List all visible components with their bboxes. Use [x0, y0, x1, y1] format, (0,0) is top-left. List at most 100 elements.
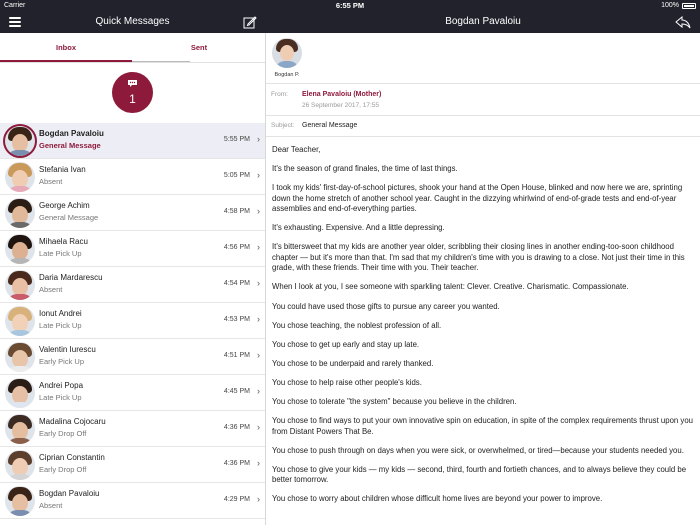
nav-bar: Quick Messages Bogdan Pavaloiu	[0, 12, 700, 33]
body-paragraph: You could have used those gifts to pursu…	[272, 301, 500, 311]
message-time: 4:56 PM	[223, 244, 250, 251]
status-time: 6:55 PM	[335, 1, 365, 10]
sender-name: Daria Mardarescu	[39, 273, 103, 282]
chat-bubble-icon	[128, 80, 137, 87]
sender-name: Bogdan Pavaloiu	[39, 129, 104, 138]
chevron-right-icon: ›	[257, 350, 260, 360]
body-paragraph: You chose to give your kids — my kids — …	[272, 464, 687, 485]
from-label: From:	[271, 91, 288, 98]
battery-indicator: 100%	[661, 2, 696, 9]
subject-label: Subject:	[271, 122, 295, 129]
message-row[interactable]: Bogdan Pavaloiu General Message 5:55 PM ›	[0, 123, 265, 159]
chevron-right-icon: ›	[257, 422, 260, 432]
from-date: 26 September 2017, 17:55	[302, 102, 379, 109]
chevron-right-icon: ›	[257, 206, 260, 216]
message-row[interactable]: Bogdan Pavaloiu Absent 4:29 PM ›	[0, 483, 265, 519]
body-paragraph: When I look at you, I see someone with s…	[272, 282, 629, 292]
chevron-right-icon: ›	[257, 242, 260, 252]
body-paragraph: You chose to help raise other people's k…	[272, 377, 422, 387]
avatar	[5, 198, 35, 228]
avatar	[5, 486, 35, 516]
avatar	[5, 414, 35, 444]
sender-name: George Achim	[39, 201, 90, 210]
from-name: Elena Pavaloiu (Mother)	[302, 91, 382, 98]
message-subject: Absent	[39, 177, 63, 186]
chevron-right-icon: ›	[257, 494, 260, 504]
sender-name: Valentin Iurescu	[39, 345, 96, 354]
message-subject: General Message	[39, 141, 101, 150]
body-paragraph: You chose teaching, the noblest professi…	[272, 320, 442, 330]
tab-sent[interactable]: Sent	[133, 43, 265, 52]
subject-divider	[266, 136, 700, 137]
message-row[interactable]: Valentin Iurescu Early Pick Up 4:51 PM ›	[0, 339, 265, 375]
avatar	[5, 234, 35, 264]
message-row[interactable]: George Achim General Message 4:58 PM ›	[0, 195, 265, 231]
message-row[interactable]: Madalina Cojocaru Early Drop Off 4:36 PM ›	[0, 411, 265, 447]
chevron-right-icon: ›	[257, 386, 260, 396]
avatar	[5, 342, 35, 372]
message-row[interactable]: Daria Mardarescu Absent 4:54 PM ›	[0, 267, 265, 303]
message-time: 5:55 PM	[223, 136, 250, 143]
tab-inbox[interactable]: Inbox	[0, 43, 132, 52]
from-divider	[266, 115, 700, 116]
body-paragraph: You chose to tolerate "the system" becau…	[272, 397, 517, 407]
message-subject: Early Drop Off	[39, 465, 87, 474]
avatar	[5, 306, 35, 336]
message-row[interactable]: Stefania Ivan Absent 5:05 PM ›	[0, 159, 265, 195]
chevron-right-icon: ›	[257, 134, 260, 144]
message-subject: General Message	[39, 213, 99, 222]
sender-name: Mihaela Racu	[39, 237, 88, 246]
avatar	[5, 270, 35, 300]
message-subject: Absent	[39, 285, 63, 294]
message-time: 4:36 PM	[223, 460, 250, 467]
body-paragraph: It's bittersweet that my kids are anothe…	[272, 242, 685, 273]
message-row[interactable]: Andrei Popa Late Pick Up 4:45 PM ›	[0, 375, 265, 411]
sender-name: Madalina Cojocaru	[39, 417, 106, 426]
avatar	[5, 162, 35, 192]
message-time: 4:58 PM	[223, 208, 250, 215]
unread-count: 1	[129, 92, 136, 106]
battery-icon	[682, 2, 696, 9]
chevron-right-icon: ›	[257, 314, 260, 324]
sender-avatar[interactable]	[272, 38, 302, 68]
header-divider	[266, 83, 700, 84]
body-paragraph: You chose to find ways to put your own i…	[272, 416, 693, 436]
compose-icon[interactable]	[243, 15, 257, 29]
tab-divider	[132, 61, 190, 62]
chevron-right-icon: ›	[257, 170, 260, 180]
body-paragraph: You chose to be underpaid and rarely tha…	[272, 358, 434, 368]
message-time: 4:36 PM	[223, 424, 250, 431]
message-subject: Late Pick Up	[39, 249, 82, 258]
status-bar: Carrier 6:55 PM 100%	[0, 0, 700, 12]
subject-value: General Message	[302, 122, 358, 129]
chevron-right-icon: ›	[257, 278, 260, 288]
avatar	[5, 378, 35, 408]
conversation-title: Bogdan Pavaloiu	[445, 16, 521, 27]
message-time: 4:53 PM	[223, 316, 250, 323]
active-tab-indicator	[0, 60, 132, 62]
body-paragraph: It's exhausting. Expensive. And a little…	[272, 223, 445, 233]
reply-icon[interactable]	[675, 16, 691, 29]
sender-name: Ciprian Constantin	[39, 453, 105, 462]
unread-badge: 1	[112, 72, 153, 113]
body-paragraph: It's the season of grand finales, the ti…	[272, 164, 458, 174]
body-paragraph: Dear Teacher,	[272, 145, 321, 154]
message-body: Dear Teacher, It's the season of grand fi…	[272, 145, 694, 514]
sender-name: Ionut Andrei	[39, 309, 82, 318]
message-subject: Absent	[39, 501, 63, 510]
body-paragraph: You chose to worry about children whose …	[272, 494, 603, 504]
avatar	[5, 450, 35, 480]
sender-name: Andrei Popa	[39, 381, 84, 390]
message-subject: Early Pick Up	[39, 357, 85, 366]
message-subject: Late Pick Up	[39, 321, 82, 330]
message-time: 4:54 PM	[223, 280, 250, 287]
body-paragraph: I took my kids' first-day-of-school pict…	[272, 183, 683, 214]
mailbox-tabs: Inbox Sent	[0, 33, 265, 63]
message-row[interactable]: Mihaela Racu Late Pick Up 4:56 PM ›	[0, 231, 265, 267]
message-time: 4:51 PM	[223, 352, 250, 359]
chevron-right-icon: ›	[257, 458, 260, 468]
message-row[interactable]: Ionut Andrei Late Pick Up 4:53 PM ›	[0, 303, 265, 339]
avatar	[5, 126, 35, 156]
sender-name: Stefania Ivan	[39, 165, 86, 174]
message-row[interactable]: Ciprian Constantin Early Drop Off 4:36 PM ›	[0, 447, 265, 483]
